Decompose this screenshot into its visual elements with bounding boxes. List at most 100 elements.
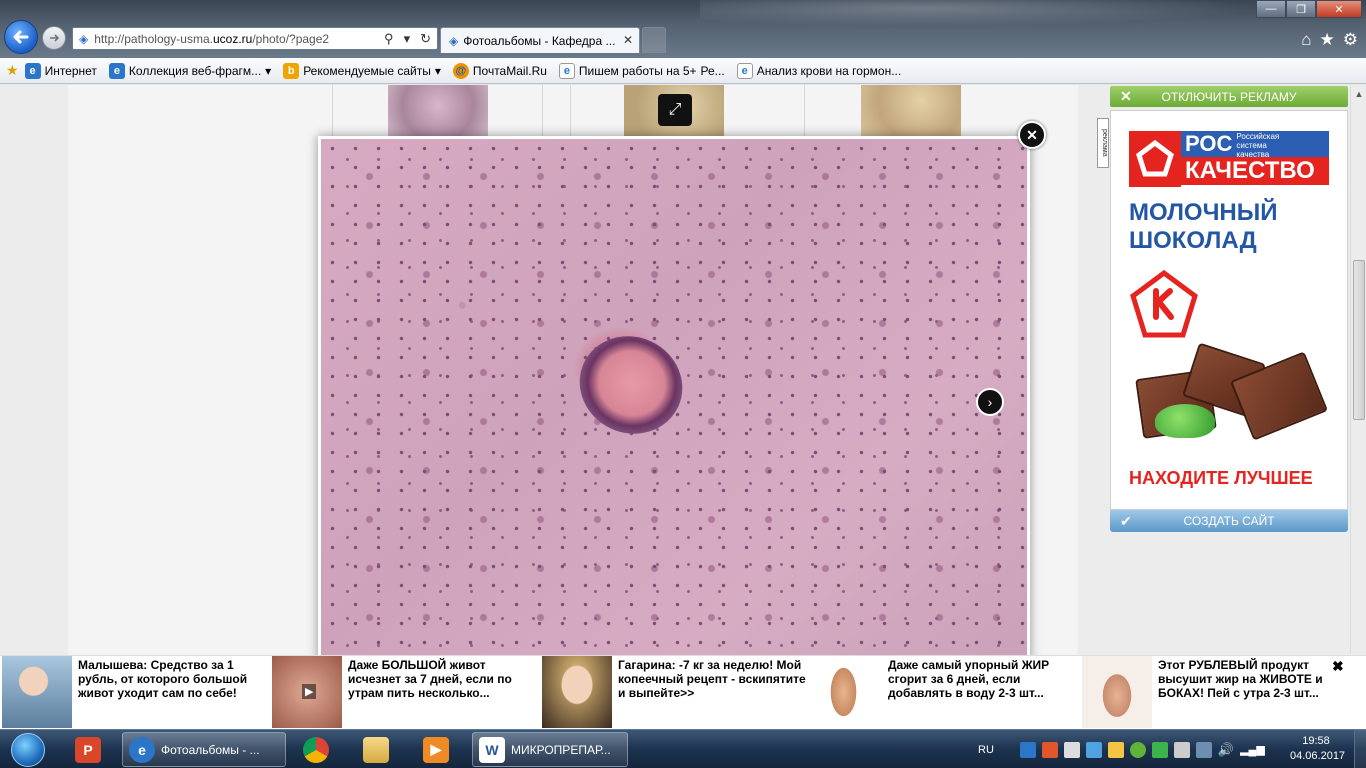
fav-label-overflow: Ре... bbox=[700, 63, 725, 78]
show-desktop-button[interactable] bbox=[1354, 730, 1366, 768]
fav-label: Рекомендуемые сайты bbox=[303, 63, 431, 78]
language-indicator[interactable]: RU bbox=[978, 744, 994, 756]
address-bar[interactable]: ◈ http://pathology-usma. ucoz.ru/photo/?p… bbox=[72, 27, 438, 50]
tab-favicon-icon: ◈ bbox=[449, 33, 459, 48]
network-icon[interactable] bbox=[1195, 741, 1212, 758]
start-button[interactable] bbox=[4, 731, 52, 768]
photo-thumbnail[interactable] bbox=[861, 85, 961, 137]
favorites-bar: ★ e Интернет e Коллекция веб-фрагм... ▾ … bbox=[0, 58, 1366, 84]
tray-app-icon[interactable] bbox=[1085, 741, 1102, 758]
vertical-scrollbar[interactable]: ▲ bbox=[1350, 86, 1366, 654]
news-headline: Этот РУБЛЕВЫЙ продукт высушит жир на ЖИВ… bbox=[1158, 658, 1323, 700]
word-document-icon: W bbox=[479, 736, 505, 763]
page-icon: ◈ bbox=[79, 31, 89, 46]
presentation-icon: P bbox=[75, 736, 101, 763]
news-close-icon[interactable]: ✖ bbox=[1332, 658, 1344, 675]
news-headline: Даже БОЛЬШОЙ живот исчезнет за 7 дней, е… bbox=[348, 658, 512, 700]
tray-app-icon[interactable] bbox=[1151, 741, 1168, 758]
taskbar-window-title: Фотоальбомы - ... bbox=[161, 742, 260, 757]
expand-icon: ⤢ bbox=[668, 101, 682, 118]
news-item[interactable]: Даже самый упорный ЖИР сгорит за 6 дней,… bbox=[812, 656, 1082, 728]
maximize-button[interactable]: ❐ bbox=[1286, 0, 1316, 18]
taskbar-window-word[interactable]: W МИКРОПРЕПАР... bbox=[472, 732, 628, 767]
lightbox-next-button[interactable]: › bbox=[976, 388, 1004, 416]
signal-icon[interactable]: ▂▄▆ bbox=[1240, 743, 1265, 756]
chrome-icon bbox=[303, 736, 329, 763]
new-tab-button[interactable] bbox=[642, 27, 666, 53]
back-button[interactable] bbox=[4, 20, 38, 54]
taskbar-app-explorer[interactable] bbox=[348, 732, 404, 767]
fav-item-internet[interactable]: e Интернет bbox=[24, 62, 97, 79]
fav-item-mailru[interactable]: @ ПочтаMail.Ru bbox=[452, 62, 547, 79]
home-icon[interactable]: ⌂ bbox=[1301, 30, 1311, 50]
mint-leaf-icon bbox=[1155, 404, 1215, 438]
forward-button[interactable] bbox=[42, 26, 66, 50]
news-item[interactable]: Этот РУБЛЕВЫЙ продукт высушит жир на ЖИВ… bbox=[1082, 656, 1332, 728]
settings-gear-icon[interactable]: ⚙ bbox=[1343, 30, 1358, 50]
photo-thumbnail[interactable] bbox=[388, 85, 488, 137]
dropdown-icon[interactable]: ▾ bbox=[404, 31, 411, 47]
refresh-icon[interactable]: ↻ bbox=[420, 31, 431, 47]
tab-close-icon[interactable]: ✕ bbox=[623, 33, 633, 47]
cell-nuclei-texture bbox=[321, 139, 1027, 693]
fav-item-works[interactable]: e Пишем работы на 5+ Ре... bbox=[558, 62, 725, 79]
clock[interactable]: 19:58 04.06.2017 bbox=[1290, 734, 1346, 764]
fav-item-blood-test[interactable]: e Анализ крови на гормон... bbox=[736, 62, 902, 79]
news-thumbnail bbox=[542, 656, 612, 728]
windows-logo-icon bbox=[11, 732, 45, 767]
address-url-prefix: http://pathology-usma. bbox=[94, 31, 213, 46]
brand-word: КАЧЕСТВО bbox=[1181, 157, 1329, 185]
scrollbar-thumb[interactable] bbox=[1353, 260, 1365, 420]
news-thumbnail bbox=[1082, 656, 1152, 728]
news-item[interactable]: Гагарина: -7 кг за неделю! Мой копеечный… bbox=[542, 656, 812, 728]
brand-sub-2: система bbox=[1236, 141, 1267, 150]
clock-date: 04.06.2017 bbox=[1290, 750, 1346, 762]
browser-chrome: ◈ http://pathology-usma. ucoz.ru/photo/?p… bbox=[0, 0, 1366, 58]
create-site-label: СОЗДАТЬ САЙТ bbox=[1183, 514, 1275, 528]
news-thumbnail: ▶ bbox=[272, 656, 342, 728]
taskbar-app-chrome[interactable] bbox=[288, 732, 344, 767]
close-icon: ✕ bbox=[1026, 126, 1038, 143]
tray-app-icon[interactable] bbox=[1019, 741, 1036, 758]
chevron-down-icon: ▾ bbox=[265, 63, 272, 78]
roskachestvo-logo: РОС Российская система качества КАЧЕСТВО bbox=[1129, 131, 1329, 187]
news-thumbnail bbox=[812, 656, 882, 728]
fav-label: Анализ крови на гормон... bbox=[756, 63, 902, 78]
tray-app-icon[interactable] bbox=[1173, 741, 1190, 758]
pentagon-logo-icon bbox=[1129, 131, 1181, 187]
close-window-button[interactable]: ✕ bbox=[1316, 0, 1362, 18]
taskbar-app-media[interactable]: ▶ bbox=[408, 732, 464, 767]
taskbar-app-ppt[interactable]: P bbox=[60, 732, 116, 767]
media-player-icon: ▶ bbox=[423, 736, 449, 763]
fullscreen-expand-button[interactable]: ⤢ bbox=[658, 94, 692, 126]
system-tray: RU 🔊 ▂▄▆ bbox=[978, 730, 1265, 768]
ad-banner[interactable]: РОС Российская система качества КАЧЕСТВО… bbox=[1110, 110, 1348, 510]
fav-label: Коллекция веб-фрагм... bbox=[128, 63, 262, 78]
tray-app-icon[interactable] bbox=[1063, 741, 1080, 758]
tray-app-icon[interactable] bbox=[1107, 741, 1124, 758]
minimize-button[interactable]: — bbox=[1256, 0, 1286, 18]
favorites-star-icon[interactable]: ★ bbox=[1320, 30, 1335, 50]
tray-app-icon[interactable] bbox=[1041, 741, 1058, 758]
fav-item-web-slices[interactable]: e Коллекция веб-фрагм... ▾ bbox=[108, 62, 272, 79]
taskbar-window-ie[interactable]: e Фотоальбомы - ... bbox=[122, 732, 286, 767]
search-icon[interactable]: ⚲ bbox=[384, 31, 394, 47]
brand-sub-1: Российская bbox=[1236, 132, 1280, 141]
disable-ads-button[interactable]: ✕ ОТКЛЮЧИТЬ РЕКЛАМУ bbox=[1110, 86, 1348, 107]
fav-item-suggested[interactable]: b Рекомендуемые сайты ▾ bbox=[283, 62, 441, 79]
ie-icon: e bbox=[129, 736, 155, 763]
add-favorite-icon[interactable]: ★ bbox=[6, 62, 19, 79]
lightbox-close-button[interactable]: ✕ bbox=[1018, 121, 1046, 149]
volume-icon[interactable]: 🔊 bbox=[1218, 742, 1234, 758]
k-quality-mark-icon bbox=[1130, 269, 1198, 338]
news-headline: Гагарина: -7 кг за неделю! Мой копеечный… bbox=[618, 658, 806, 700]
ad-label: реклама bbox=[1097, 118, 1109, 168]
news-item[interactable]: Малышева: Средство за 1 рубль, от которо… bbox=[2, 656, 272, 728]
tab-active[interactable]: ◈ Фотоальбомы - Кафедра ... ✕ bbox=[440, 27, 640, 53]
utorrent-icon[interactable] bbox=[1129, 741, 1146, 758]
folder-icon bbox=[363, 736, 389, 763]
create-site-button[interactable]: ✔ СОЗДАТЬ САЙТ bbox=[1110, 510, 1348, 532]
scroll-up-arrow-icon[interactable]: ▲ bbox=[1351, 86, 1366, 102]
news-item[interactable]: ▶ Даже БОЛЬШОЙ живот исчезнет за 7 дней,… bbox=[272, 656, 542, 728]
browser-tools: ⌂ ★ ⚙ bbox=[1301, 30, 1358, 50]
